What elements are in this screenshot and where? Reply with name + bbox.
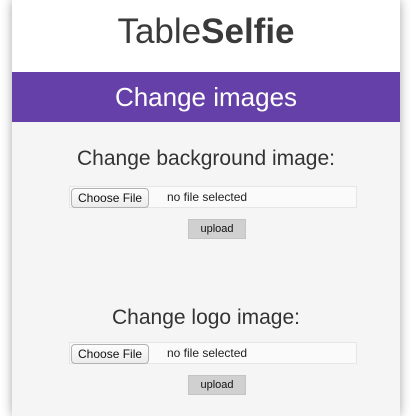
logo-image-heading: Change logo image:	[112, 306, 300, 329]
page-title-banner: Change images	[12, 72, 400, 122]
brand-text-regular: Table	[117, 12, 202, 51]
logo-choose-file-button[interactable]: Choose File	[71, 344, 150, 364]
app-frame: TableSelfie Change images Change backgro…	[12, 0, 400, 416]
logo-file-input[interactable]: Choose File no file selected	[69, 342, 357, 364]
background-image-heading: Change background image:	[76, 147, 335, 170]
background-file-status: no file selected	[167, 190, 248, 204]
background-choose-file-button[interactable]: Choose File	[71, 188, 150, 208]
header: TableSelfie	[12, 0, 400, 72]
background-upload-button[interactable]: upload	[188, 219, 246, 239]
brand-logo: TableSelfie	[12, 14, 400, 50]
page-title: Change images	[114, 82, 298, 112]
background-file-input[interactable]: Choose File no file selected	[69, 186, 357, 208]
logo-upload-button[interactable]: upload	[188, 375, 246, 395]
logo-file-status: no file selected	[167, 346, 248, 360]
brand-text-bold: Selfie	[201, 12, 295, 51]
